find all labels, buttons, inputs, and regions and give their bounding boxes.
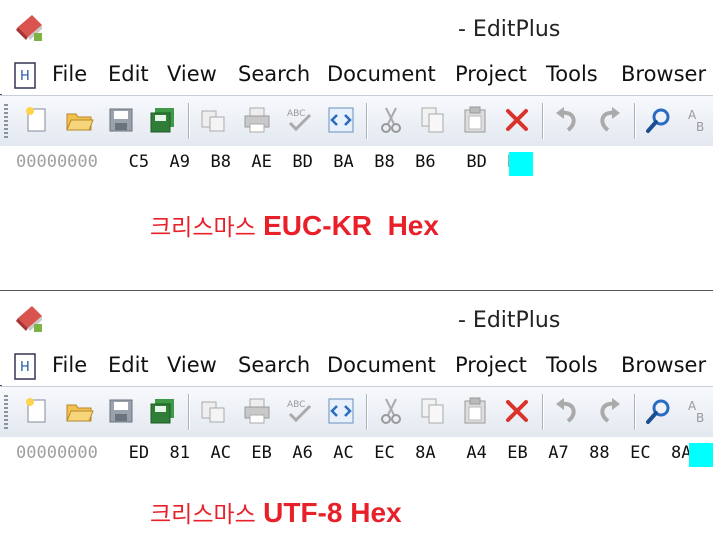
cut-icon[interactable] [376,396,406,426]
menu-search[interactable]: Search [238,353,310,377]
menu-edit[interactable]: Edit [108,353,149,377]
copy-doc-icon[interactable] [198,396,228,426]
redo-icon[interactable] [594,105,624,135]
new-file-icon[interactable] [22,396,52,426]
svg-text:B: B [696,411,704,425]
svg-text:ABC: ABC [287,109,305,119]
menu-tools[interactable]: Tools [546,353,598,377]
delete-icon[interactable] [502,396,532,426]
hex-row: 00000000 C5 A9 B8 AE BD BA B8 B6 BD BA [16,152,528,172]
browser-view-icon[interactable] [326,396,356,426]
document-icon[interactable]: H [12,352,40,382]
annotation-encoding: UTF-8 Hex [263,497,402,528]
save-all-icon[interactable] [148,396,178,426]
text-cursor [689,443,713,467]
toolbar-grip[interactable] [4,104,8,138]
window-title: - EditPlus [458,308,561,333]
editplus-app-icon [16,306,42,332]
copy-icon[interactable] [418,105,448,135]
svg-text:H: H [20,360,30,375]
menu-browser[interactable]: Browser [621,62,706,86]
toolbar-grip[interactable] [4,395,8,429]
document-icon[interactable]: H [12,61,40,91]
annotation-label: 크리스마스 UTF-8 Hex [150,495,402,529]
menu-view[interactable]: View [167,353,217,377]
annotation-korean: 크리스마스 [150,215,256,241]
toolbar-separator [634,103,635,139]
open-folder-icon[interactable] [64,396,94,426]
toolbar-separator [188,394,189,430]
hex-offset: 00000000 [16,443,98,463]
replace-icon[interactable]: AB [684,105,713,135]
save-icon[interactable] [106,396,136,426]
new-file-icon[interactable] [22,105,52,135]
toolbar: ABC AB [0,386,713,438]
open-folder-icon[interactable] [64,105,94,135]
redo-icon[interactable] [594,396,624,426]
browser-view-icon[interactable] [326,105,356,135]
print-icon[interactable] [242,396,272,426]
spell-check-icon[interactable]: ABC [284,396,314,426]
copy-icon[interactable] [418,396,448,426]
title-bar[interactable]: - EditPlus [0,0,713,58]
hex-editor-area[interactable]: 00000000 ED 81 AC EB A6 AC EC 8A A4 EB A… [0,437,713,557]
svg-text:B: B [696,120,704,134]
save-icon[interactable] [106,105,136,135]
replace-icon[interactable]: AB [684,396,713,426]
hex-editor-area[interactable]: 00000000 C5 A9 B8 AE BD BA B8 B6 BD BA 크… [0,146,713,291]
menu-project[interactable]: Project [455,353,527,377]
window-title: - EditPlus [458,17,561,42]
editplus-window-euc-kr: - EditPlus H File Edit View Search Docum… [0,0,713,291]
hex-bytes: C5 A9 B8 AE BD BA B8 B6 BD BA [128,152,528,172]
delete-icon[interactable] [502,105,532,135]
toolbar: ABC AB [0,95,713,147]
menu-bar: H File Edit View Search Document Project… [0,58,713,94]
hex-row: 00000000 ED 81 AC EB A6 AC EC 8A A4 EB A… [16,443,713,463]
menu-browser[interactable]: Browser [621,353,706,377]
toolbar-separator [634,394,635,430]
toolbar-separator [542,103,543,139]
toolbar-separator [366,103,367,139]
toolbar-separator [188,103,189,139]
svg-text:H: H [20,69,30,84]
spell-check-icon[interactable]: ABC [284,105,314,135]
undo-icon[interactable] [552,105,582,135]
save-all-icon[interactable] [148,105,178,135]
cut-icon[interactable] [376,105,406,135]
find-icon[interactable] [644,396,674,426]
menu-document[interactable]: Document [327,353,436,377]
paste-icon[interactable] [460,396,490,426]
annotation-korean: 크리스마스 [150,502,256,528]
annotation-encoding: EUC-KR Hex [263,210,439,241]
menu-edit[interactable]: Edit [108,62,149,86]
menu-tools[interactable]: Tools [546,62,598,86]
menu-view[interactable]: View [167,62,217,86]
text-cursor [509,152,533,176]
find-icon[interactable] [644,105,674,135]
editplus-window-utf-8: - EditPlus H File Edit View Search Docum… [0,291,713,557]
annotation-label: 크리스마스 EUC-KR Hex [150,208,439,242]
title-bar[interactable]: - EditPlus [0,291,713,349]
menu-file[interactable]: File [52,353,87,377]
menu-bar: H File Edit View Search Document Project… [0,349,713,385]
toolbar-separator [542,394,543,430]
undo-icon[interactable] [552,396,582,426]
copy-doc-icon[interactable] [198,105,228,135]
print-icon[interactable] [242,105,272,135]
svg-text:ABC: ABC [287,400,305,410]
toolbar-separator [366,394,367,430]
menu-project[interactable]: Project [455,62,527,86]
hex-bytes: ED 81 AC EB A6 AC EC 8A A4 EB A7 88 EC 8… [128,443,713,463]
menu-file[interactable]: File [52,62,87,86]
menu-search[interactable]: Search [238,62,310,86]
editplus-app-icon [16,15,42,41]
paste-icon[interactable] [460,105,490,135]
hex-offset: 00000000 [16,152,98,172]
menu-document[interactable]: Document [327,62,436,86]
